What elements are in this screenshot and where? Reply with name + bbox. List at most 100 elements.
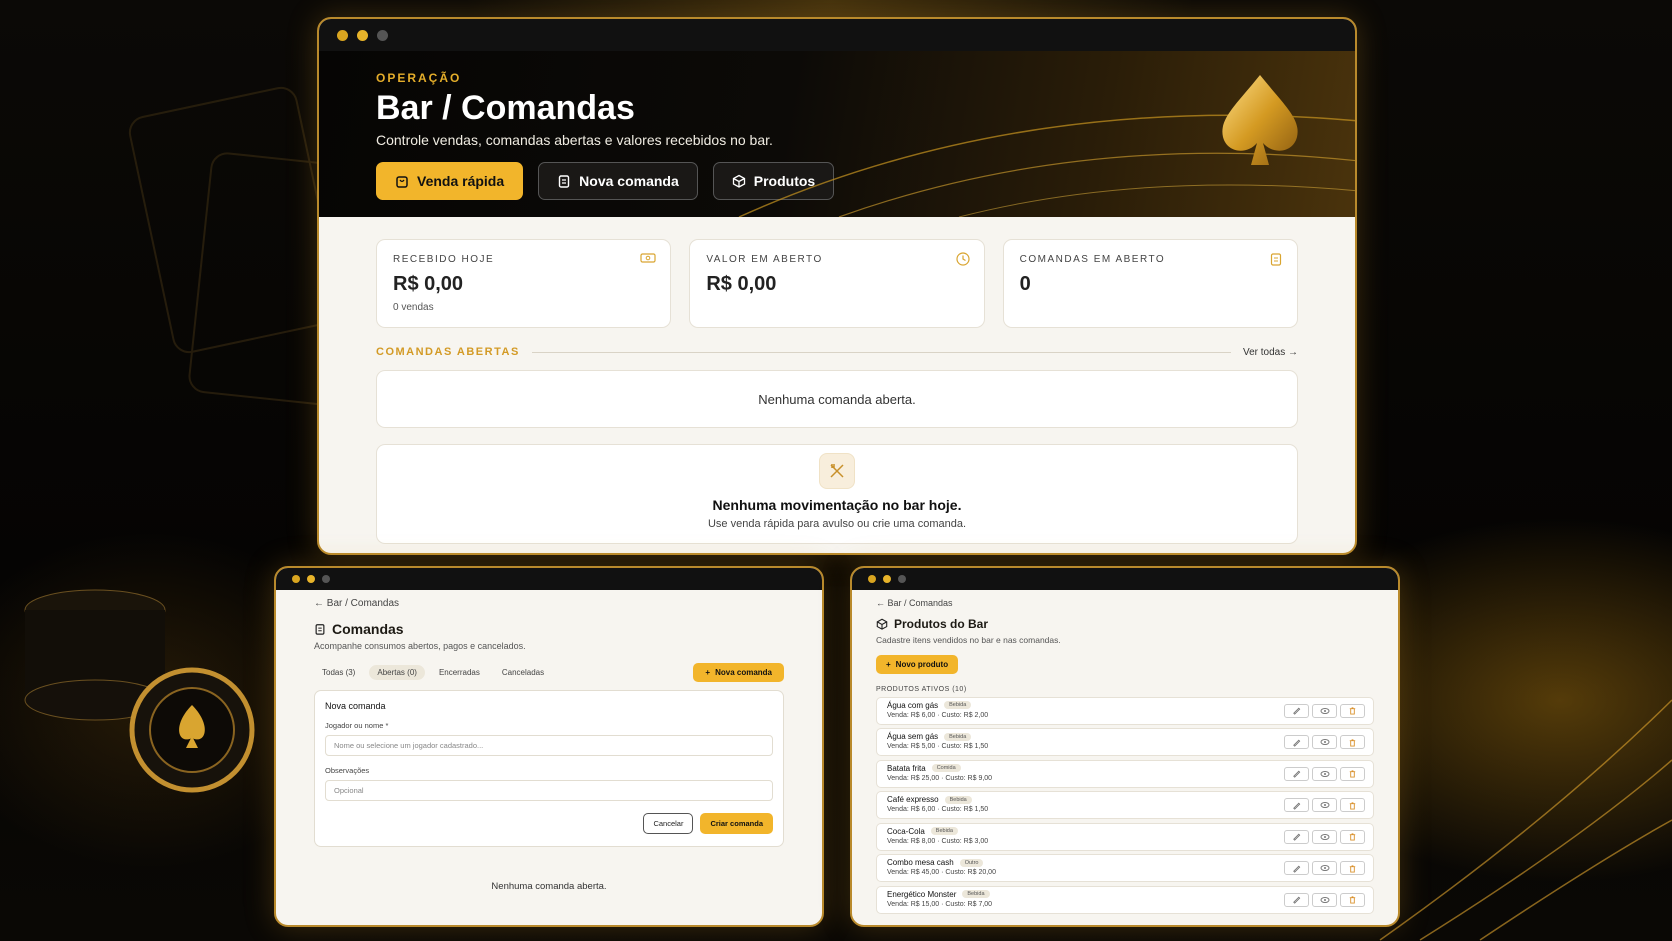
new-product-button[interactable]: + Novo produto [876, 655, 959, 674]
category-badge: Bebida [944, 732, 972, 741]
product-name: Energético Monster [887, 889, 957, 899]
tab-canceladas[interactable]: Canceladas [494, 665, 552, 680]
form-title: Nova comanda [325, 701, 386, 711]
poker-chips [24, 589, 255, 793]
product-row: Água com gás Bebida Venda: R$ 6,00 · Custo… [876, 696, 1374, 725]
product-row: Energético Monster Bebida Venda: R$ 15,00 … [876, 885, 1374, 914]
toggle-button[interactable] [1312, 861, 1337, 875]
see-all-link[interactable]: Ver todas → [1243, 347, 1298, 358]
product-row: Café expresso Bebida Venda: R$ 6,00 · Cust… [876, 791, 1374, 819]
product-name: Água sem gás [887, 732, 939, 741]
edit-button[interactable] [1284, 735, 1309, 749]
product-row: Combo mesa cash Outro Venda: R$ 45,00 · Cu… [876, 854, 1374, 882]
edit-button[interactable] [1284, 766, 1309, 781]
window-dot[interactable] [322, 575, 330, 583]
product-name: Café expresso [887, 795, 939, 804]
box-icon [876, 618, 888, 630]
edit-button[interactable] [1284, 829, 1309, 844]
plus-icon: + [886, 660, 891, 669]
toggle-button[interactable] [1312, 798, 1337, 812]
utensils-icon [819, 453, 855, 489]
page-title: Produtos do Bar [876, 617, 1374, 631]
card-label: VALOR EM ABERTO [706, 254, 823, 265]
new-comanda-label: Nova comanda [715, 668, 772, 677]
clipboard-icon [315, 624, 325, 635]
tab-encerradas[interactable]: Encerradas [431, 665, 488, 680]
trash-icon [1349, 896, 1356, 904]
window-dot[interactable] [377, 29, 388, 41]
window-dot[interactable] [868, 575, 876, 583]
empty-message: Nenhuma comanda aberta. [491, 881, 607, 892]
product-name: Combo mesa cash [887, 858, 954, 867]
category-badge: Comida [931, 764, 961, 772]
eye-icon [1320, 739, 1329, 745]
delete-button[interactable] [1340, 892, 1365, 907]
edit-button[interactable] [1284, 861, 1309, 875]
notes-input[interactable]: Opcional [325, 780, 773, 801]
pencil-icon [1293, 770, 1301, 778]
new-comanda-form: Nova comanda Jogador ou nome * Nome ou s… [314, 690, 784, 847]
page-subtitle: Acompanhe consumos abertos, pagos e canc… [314, 641, 526, 651]
toggle-button[interactable] [1312, 703, 1337, 718]
toggle-button[interactable] [1312, 766, 1337, 781]
card-label: RECEBIDO HOJE [393, 254, 495, 265]
tab-todas[interactable]: Todas (3) [314, 665, 363, 680]
delete-button[interactable] [1340, 861, 1365, 875]
edit-button[interactable] [1284, 892, 1309, 907]
open-comandas-card: COMANDAS EM ABERTO 0 [1002, 239, 1298, 328]
open-comandas-empty: Nenhuma comanda aberta. [376, 370, 1298, 428]
delete-button[interactable] [1340, 735, 1365, 749]
cash-icon [640, 253, 656, 263]
toggle-button[interactable] [1312, 735, 1337, 749]
spade-logo-icon [1222, 75, 1298, 165]
delete-button[interactable] [1340, 703, 1365, 718]
toggle-button[interactable] [1312, 892, 1337, 907]
product-row: Água sem gás Bebida Venda: R$ 5,00 · Custo… [876, 728, 1374, 756]
category-badge: Bebida [944, 701, 972, 709]
player-input[interactable]: Nome ou selecione um jogador cadastrado.… [325, 735, 773, 756]
toggle-button[interactable] [1312, 829, 1337, 844]
window-dot[interactable] [898, 575, 906, 583]
page-subtitle: Cadastre itens vendidos no bar e nas com… [876, 635, 1061, 645]
delete-button[interactable] [1340, 798, 1365, 812]
pencil-icon [1293, 739, 1301, 747]
delete-button[interactable] [1340, 766, 1365, 781]
new-product-label: Novo produto [895, 660, 949, 669]
delete-button[interactable] [1340, 829, 1365, 844]
eye-icon [1320, 770, 1329, 777]
card-value: 0 [1019, 273, 1031, 295]
product-list: Água com gás Bebida Venda: R$ 6,00 · Custo… [876, 696, 1374, 914]
clock-icon [956, 252, 970, 266]
window-dot[interactable] [357, 29, 368, 41]
breadcrumb[interactable]: ← Bar / Comandas [876, 598, 1374, 608]
hero-decoration [738, 114, 1355, 217]
window-dot[interactable] [292, 575, 300, 583]
section-title: COMANDAS ABERTAS [376, 346, 520, 358]
card-label: COMANDAS EM ABERTO [1019, 254, 1166, 265]
page-title: Comandas [314, 621, 784, 637]
tab-abertas[interactable]: Abertas (0) [369, 665, 425, 680]
window-dot[interactable] [307, 575, 315, 583]
window-dot[interactable] [337, 29, 348, 41]
eye-icon [1320, 833, 1329, 840]
pencil-icon [1293, 833, 1301, 841]
cancel-button[interactable]: Cancelar [643, 813, 694, 834]
title-bar [276, 568, 822, 590]
eye-icon [1320, 707, 1329, 714]
pencil-icon [1293, 865, 1301, 873]
pencil-icon [1293, 896, 1301, 904]
category-badge: Bebida [930, 827, 958, 835]
category-badge: Bebida [962, 890, 990, 898]
breadcrumb[interactable]: ← Bar / Comandas [314, 598, 784, 609]
card-value: R$ 0,00 [706, 273, 777, 295]
pencil-icon [1293, 707, 1301, 715]
edit-button[interactable] [1284, 703, 1309, 718]
new-comanda-button[interactable]: + Nova comanda [693, 663, 784, 682]
edit-button[interactable] [1284, 798, 1309, 812]
window-dot[interactable] [883, 575, 891, 583]
clipboard-icon [1270, 253, 1282, 266]
player-label: Jogador ou nome * [325, 721, 389, 730]
no-activity-panel: Nenhuma movimentação no bar hoje. Use ve… [376, 444, 1298, 544]
create-comanda-button[interactable]: Criar comanda [700, 813, 773, 834]
page-title-text: Comandas [332, 621, 404, 637]
